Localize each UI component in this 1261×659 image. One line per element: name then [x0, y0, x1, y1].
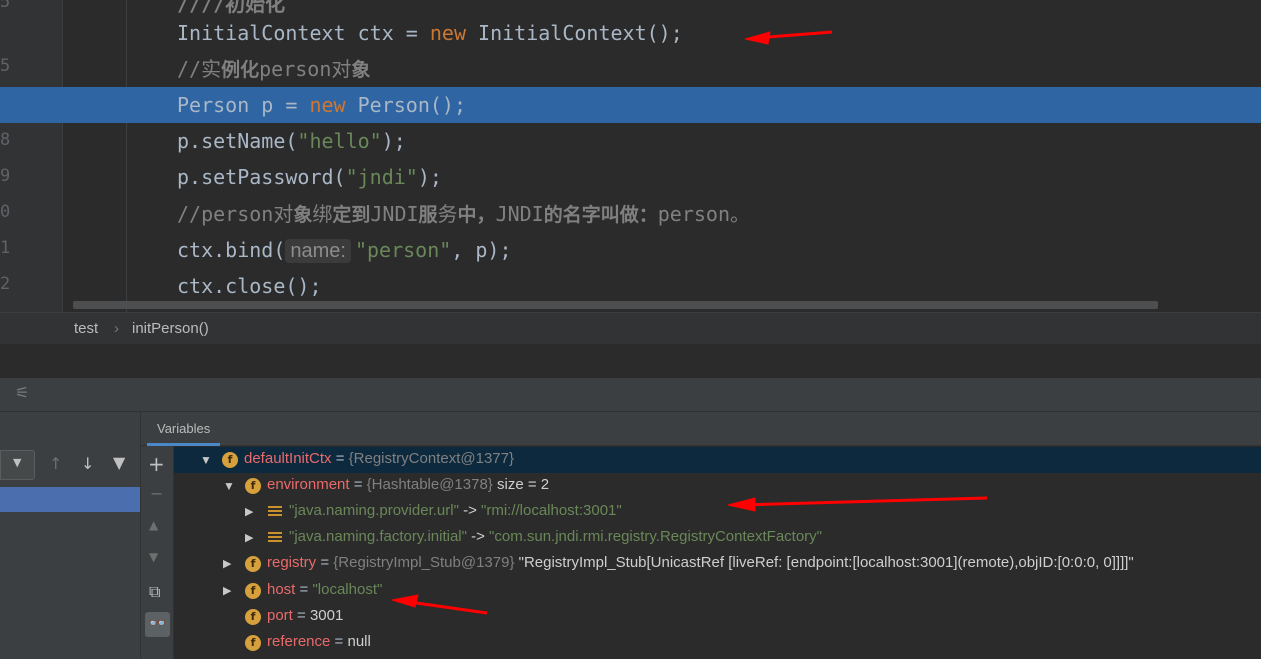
annotation-arrow — [727, 496, 988, 512]
annotation-arrow — [744, 30, 833, 45]
annotation-overlay — [391, 30, 988, 615]
annotation-arrow — [391, 594, 488, 615]
